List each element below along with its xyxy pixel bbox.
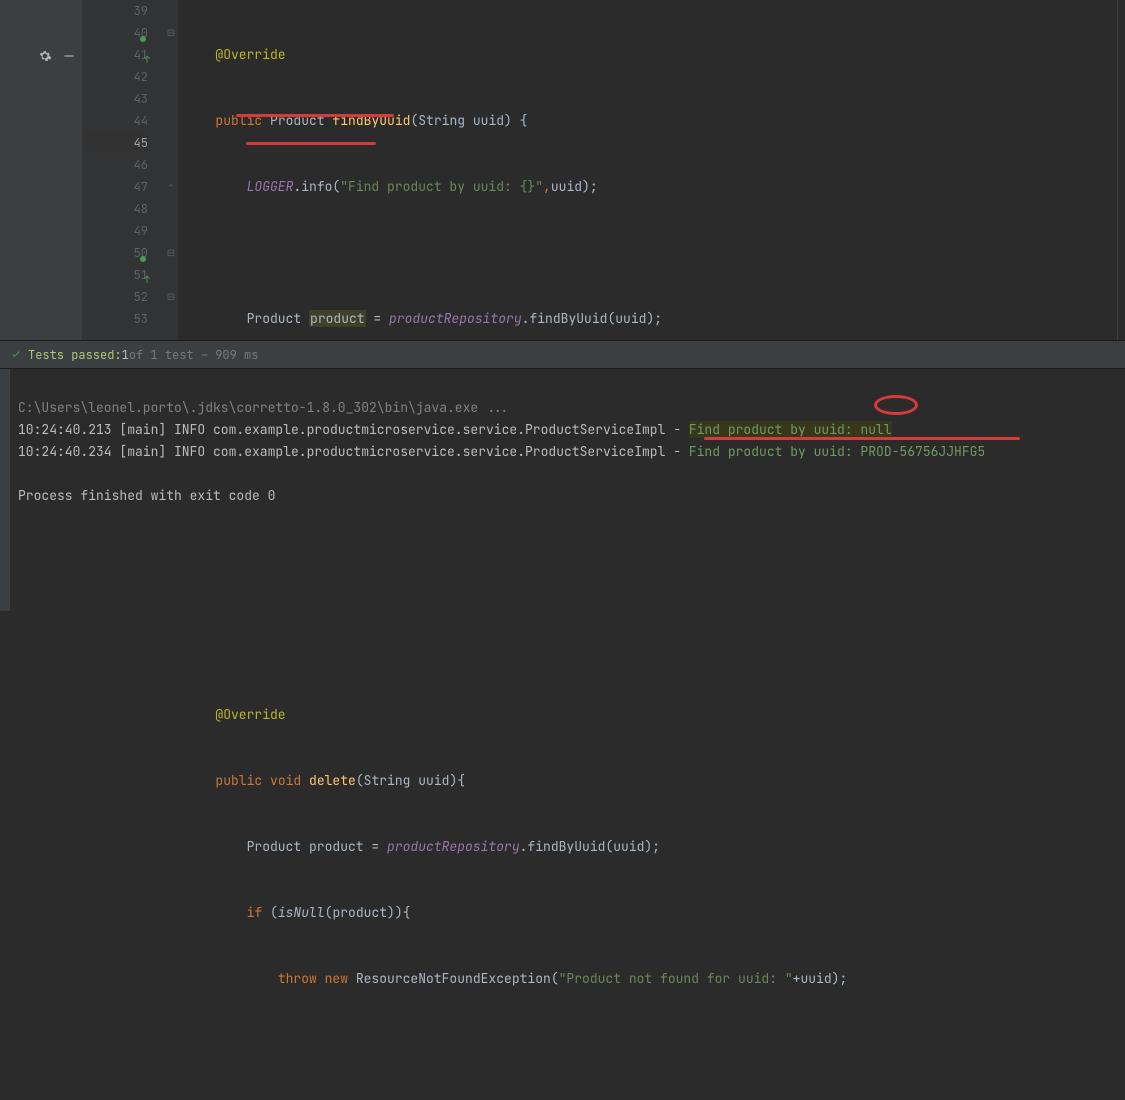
line-number: 41 [134,47,148,63]
line-number: 53 [134,311,148,327]
annotation: @Override [215,46,285,63]
exit-line: Process finished with exit code 0 [18,487,275,504]
override-gutter-icon[interactable]: ↑ [140,247,150,257]
annotation-underline [236,114,394,117]
line-number: 42 [134,69,148,85]
line-number: 39 [134,3,148,19]
tests-passed-count: 1 [122,347,129,363]
line-number: 44 [134,113,148,129]
tool-sidebar [0,0,82,340]
log-line: 10:24:40.213 [main] INFO com.example.pro… [18,421,892,438]
line-number: 52 [134,289,148,305]
editor-area: 39 40↑ 41 42 43 44 45 46 47 48 49 50↑ 51… [0,0,1125,340]
console-output[interactable]: C:\Users\leonel.porto\.jdks\corretto-1.8… [0,369,1125,611]
line-number: 51 [134,267,148,283]
fold-column[interactable]: ⊟ ⌃ ⊟ ⊟ [164,0,178,340]
tests-passed-label: Tests passed: [28,347,122,363]
line-number: 49 [134,223,148,239]
gear-icon[interactable] [38,49,52,63]
line-number: 43 [134,91,148,107]
code-editor[interactable]: @Override public Product findByUuid(Stri… [178,0,1117,340]
fold-open-icon[interactable]: ⊟ [164,242,178,264]
highlighted-variable: product [309,310,366,327]
line-number: 48 [134,201,148,217]
line-number: 47 [134,179,148,195]
annotation-underline [704,437,1020,440]
check-icon [10,349,22,361]
minimize-icon[interactable] [62,49,76,63]
line-number: 45 [134,135,148,151]
line-number-gutter[interactable]: 39 40↑ 41 42 43 44 45 46 47 48 49 50↑ 51… [82,0,164,340]
java-command: C:\Users\leonel.porto\.jdks\corretto-1.8… [18,399,509,416]
fold-open-icon[interactable]: ⊟ [164,22,178,44]
log-line: 10:24:40.234 [main] INFO com.example.pro… [18,443,985,460]
line-number: 46 [134,157,148,173]
annotation-underline [246,142,376,145]
fold-open-icon[interactable]: ⊟ [164,286,178,308]
annotation-circle [874,395,918,415]
fold-close-icon[interactable]: ⌃ [164,176,178,198]
editor-scrollbar[interactable] [1117,0,1125,340]
override-gutter-icon[interactable]: ↑ [140,27,150,37]
